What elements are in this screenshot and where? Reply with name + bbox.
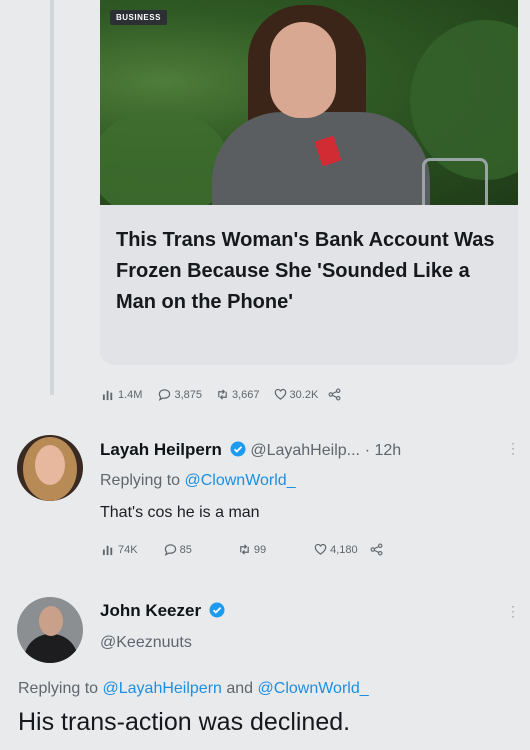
retweet-count: 99 [253,543,267,556]
like-count: 30.2K [289,388,319,401]
reply-icon [159,389,171,401]
retweet-count: 3,667 [232,388,260,401]
retweet-icon [218,389,227,400]
reply-stat[interactable]: 85 [164,543,192,556]
thread-line [50,0,54,395]
article-image[interactable]: BUSINESS [100,0,518,205]
replying-prefix: Replying to [18,680,99,697]
article-badge: BUSINESS [110,10,167,25]
replying-and: and [226,680,254,697]
views-count: 1.4M [118,388,143,401]
reply-stat[interactable]: 3,875 [158,388,202,401]
article-headline[interactable]: This Trans Woman's Bank Account Was Froz… [116,225,511,318]
like-icon [314,543,327,555]
share-stat[interactable] [328,388,341,401]
mention-layahheilpern[interactable]: @LayahHeilpern [103,680,222,697]
views-icon [102,545,113,556]
reply-count: 3,875 [174,388,202,401]
mention-clownworld[interactable]: @ClownWorld_ [185,472,296,489]
reply1-time[interactable]: · 12h [365,442,401,459]
share-stat[interactable] [370,543,383,556]
views-stat[interactable]: 74K [102,543,138,556]
reply1-header: Layah Heilpern @LayahHeilp... · 12h [100,440,401,460]
views-count: 74K [118,543,138,556]
more-icon[interactable]: ⋮ [506,440,520,457]
avatar-layah[interactable] [17,435,83,501]
more-icon[interactable]: ⋮ [506,603,520,620]
like-icon [274,388,286,400]
reply2-header: John Keezer [100,601,225,621]
replying-prefix: Replying to [100,472,181,489]
reply1-name[interactable]: Layah Heilpern [100,440,222,459]
reply1-handle[interactable]: @LayahHeilp... [250,442,360,459]
reply1-text: That's cos he is a man [100,504,260,521]
avatar-john[interactable] [17,597,83,663]
reply2-text: His trans-action was declined. [18,708,351,736]
retweet-stat[interactable]: 99 [238,543,266,556]
reply1-stats: 74K 85 99 4,180 [102,543,383,556]
like-count: 4,180 [330,543,358,556]
reply2-name[interactable]: John Keezer [100,601,201,620]
like-stat[interactable]: 30.2K [274,388,319,401]
reply2-replying: Replying to @LayahHeilpern and @ClownWor… [18,680,369,698]
mention-clownworld[interactable]: @ClownWorld_ [258,680,369,697]
retweet-icon [240,544,249,555]
verified-icon [230,441,246,457]
reply-icon [164,544,176,556]
reply2-handle[interactable]: @Keeznuuts [100,634,192,652]
share-icon [370,543,383,556]
verified-icon [209,602,225,618]
retweet-stat[interactable]: 3,667 [216,388,260,401]
share-icon [328,388,341,401]
views-stat[interactable]: 1.4M [102,388,142,401]
like-stat[interactable]: 4,180 [314,543,358,556]
tweet-stats: 1.4M 3,875 3,667 30.2K [102,388,341,401]
article-card[interactable]: BUSINESS This Trans Woman's Bank Account… [100,0,518,365]
views-icon [102,390,113,401]
reply-count: 85 [179,543,192,556]
reply1-replying: Replying to @ClownWorld_ [100,472,296,490]
